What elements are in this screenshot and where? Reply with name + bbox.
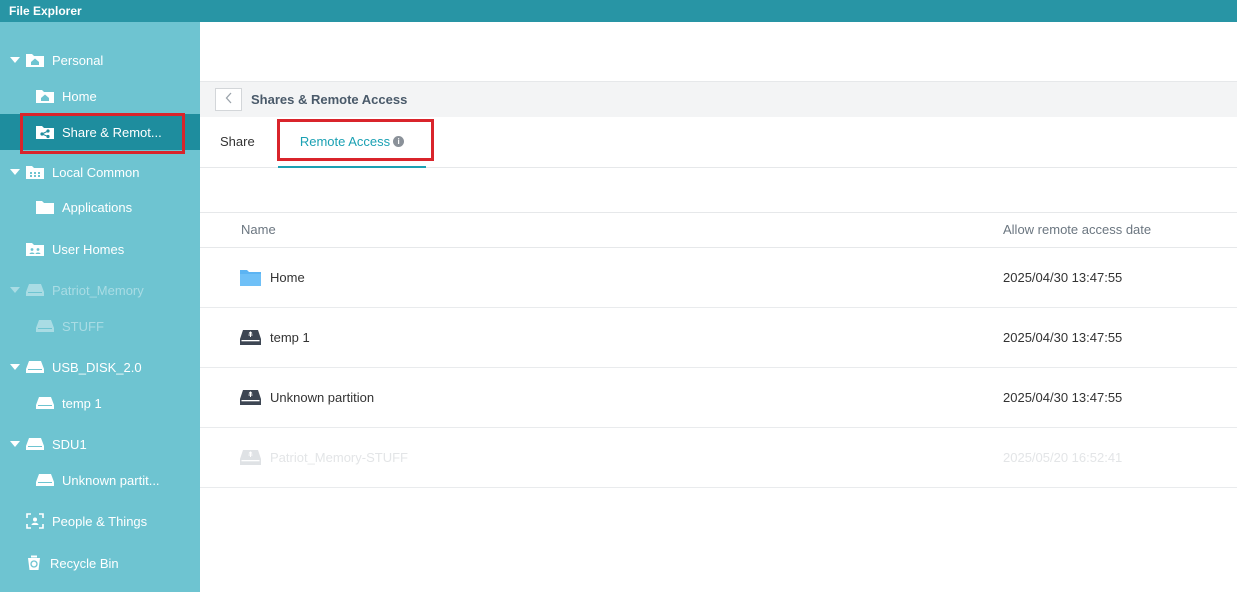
sidebar-item-label: Local Common (52, 164, 140, 180)
chevron-down-icon[interactable] (10, 441, 20, 447)
sidebar-item-label: STUFF (62, 318, 104, 334)
row-date: 2025/05/20 16:52:41 (1003, 450, 1123, 465)
tab-label: Share (220, 134, 255, 149)
usb-drive-icon (26, 283, 44, 297)
sidebar-item-label: Unknown partit... (62, 472, 160, 488)
sidebar-item-label: User Homes (52, 241, 125, 257)
sidebar-item-label: Personal (52, 52, 104, 68)
folder-icon (36, 200, 54, 214)
sidebar-item-stuff[interactable]: STUFF (0, 308, 200, 344)
sidebar-item-applications[interactable]: Applications (0, 189, 200, 225)
info-icon[interactable]: i (393, 136, 405, 148)
sidebar-item-user-homes[interactable]: User Homes (0, 231, 200, 267)
row-name: Patriot_Memory-STUFF (270, 450, 408, 465)
sidebar-item-people-things[interactable]: People & Things (0, 503, 200, 539)
back-button[interactable] (215, 88, 242, 111)
shared-folder-icon (36, 125, 54, 139)
sidebar-item-unknown-partition[interactable]: Unknown partit... (0, 462, 200, 498)
tab-remote-access[interactable]: Remote Access i (278, 117, 426, 168)
row-name: Home (270, 270, 305, 285)
home-folder-icon (36, 89, 54, 103)
usb-drive-icon (240, 329, 261, 346)
table-header: Name Allow remote access date (200, 212, 1237, 248)
sidebar-item-temp1[interactable]: temp 1 (0, 385, 200, 421)
table-row[interactable]: temp 1 2025/04/30 13:47:55 (200, 308, 1237, 368)
sidebar-item-recycle-bin[interactable]: Recycle Bin (0, 545, 200, 581)
sidebar-item-home[interactable]: Home (0, 78, 200, 114)
usb-drive-icon (36, 319, 54, 333)
sidebar-item-label: Applications (62, 199, 133, 215)
table-row[interactable]: Home 2025/04/30 13:47:55 (200, 248, 1237, 308)
name-cell: Patriot_Memory-STUFF (240, 428, 408, 487)
face-scan-icon (26, 513, 44, 529)
chevron-down-icon[interactable] (10, 364, 20, 370)
column-header-date[interactable]: Allow remote access date (1003, 213, 1151, 247)
sidebar-item-local-common[interactable]: Local Common (0, 154, 200, 190)
sidebar-item-usb-disk[interactable]: USB_DISK_2.0 (0, 349, 200, 385)
sidebar-item-label: USB_DISK_2.0 (52, 359, 142, 375)
sidebar-item-label: Patriot_Memory (52, 282, 144, 298)
sidebar-item-share-remote[interactable]: Share & Remot... (0, 114, 200, 150)
tab-label: Remote Access (299, 134, 391, 149)
name-cell: Unknown partition (240, 368, 374, 427)
row-name: temp 1 (270, 330, 310, 345)
home-folder-icon (26, 53, 44, 67)
row-date: 2025/04/30 13:47:55 (1003, 330, 1123, 345)
row-name: Unknown partition (270, 390, 375, 405)
sidebar-item-sdu1[interactable]: SDU1 (0, 426, 200, 462)
chevron-down-icon[interactable] (10, 287, 20, 293)
chevron-down-icon[interactable] (10, 57, 20, 63)
tab-share[interactable]: Share (220, 117, 255, 167)
usb-drive-icon (240, 389, 261, 406)
usb-drive-icon (36, 473, 54, 487)
name-cell: Home (240, 248, 305, 307)
folder-icon (240, 269, 261, 286)
sidebar-item-label: Share & Remot... (62, 124, 162, 140)
header-bar: Shares & Remote Access (200, 81, 1237, 117)
sidebar-item-label: Recycle Bin (50, 555, 119, 571)
column-header-name[interactable]: Name (241, 213, 276, 247)
users-folder-icon (26, 242, 44, 256)
recycle-bin-icon (26, 555, 42, 571)
row-date: 2025/04/30 13:47:55 (1003, 270, 1123, 285)
window-title: File Explorer (0, 0, 1237, 22)
main-pane: Shares & Remote Access Share Remote Acce… (200, 22, 1237, 592)
usb-drive-icon (26, 437, 44, 451)
grid-folder-icon (26, 165, 44, 179)
sidebar-item-label: Home (62, 88, 97, 104)
name-cell: temp 1 (240, 308, 310, 367)
sidebar-item-label: temp 1 (62, 395, 102, 411)
table-row[interactable]: Patriot_Memory-STUFF 2025/05/20 16:52:41 (200, 428, 1237, 488)
usb-drive-icon (36, 396, 54, 410)
page-title: Shares & Remote Access (251, 92, 408, 107)
sidebar-item-patriot-memory[interactable]: Patriot_Memory (0, 272, 200, 308)
table-row[interactable]: Unknown partition 2025/04/30 13:47:55 (200, 368, 1237, 428)
sidebar-item-label: SDU1 (52, 436, 87, 452)
usb-drive-icon (26, 360, 44, 374)
row-date: 2025/04/30 13:47:55 (1003, 390, 1123, 405)
usb-drive-icon (240, 449, 261, 466)
chevron-left-icon (225, 91, 233, 109)
sidebar-item-personal[interactable]: Personal (0, 42, 200, 78)
sidebar-item-label: People & Things (52, 513, 148, 529)
chevron-down-icon[interactable] (10, 169, 20, 175)
sidebar: Personal Home Share & Remot... Local Com… (0, 22, 200, 592)
tab-bar: Share Remote Access i (200, 117, 1237, 168)
